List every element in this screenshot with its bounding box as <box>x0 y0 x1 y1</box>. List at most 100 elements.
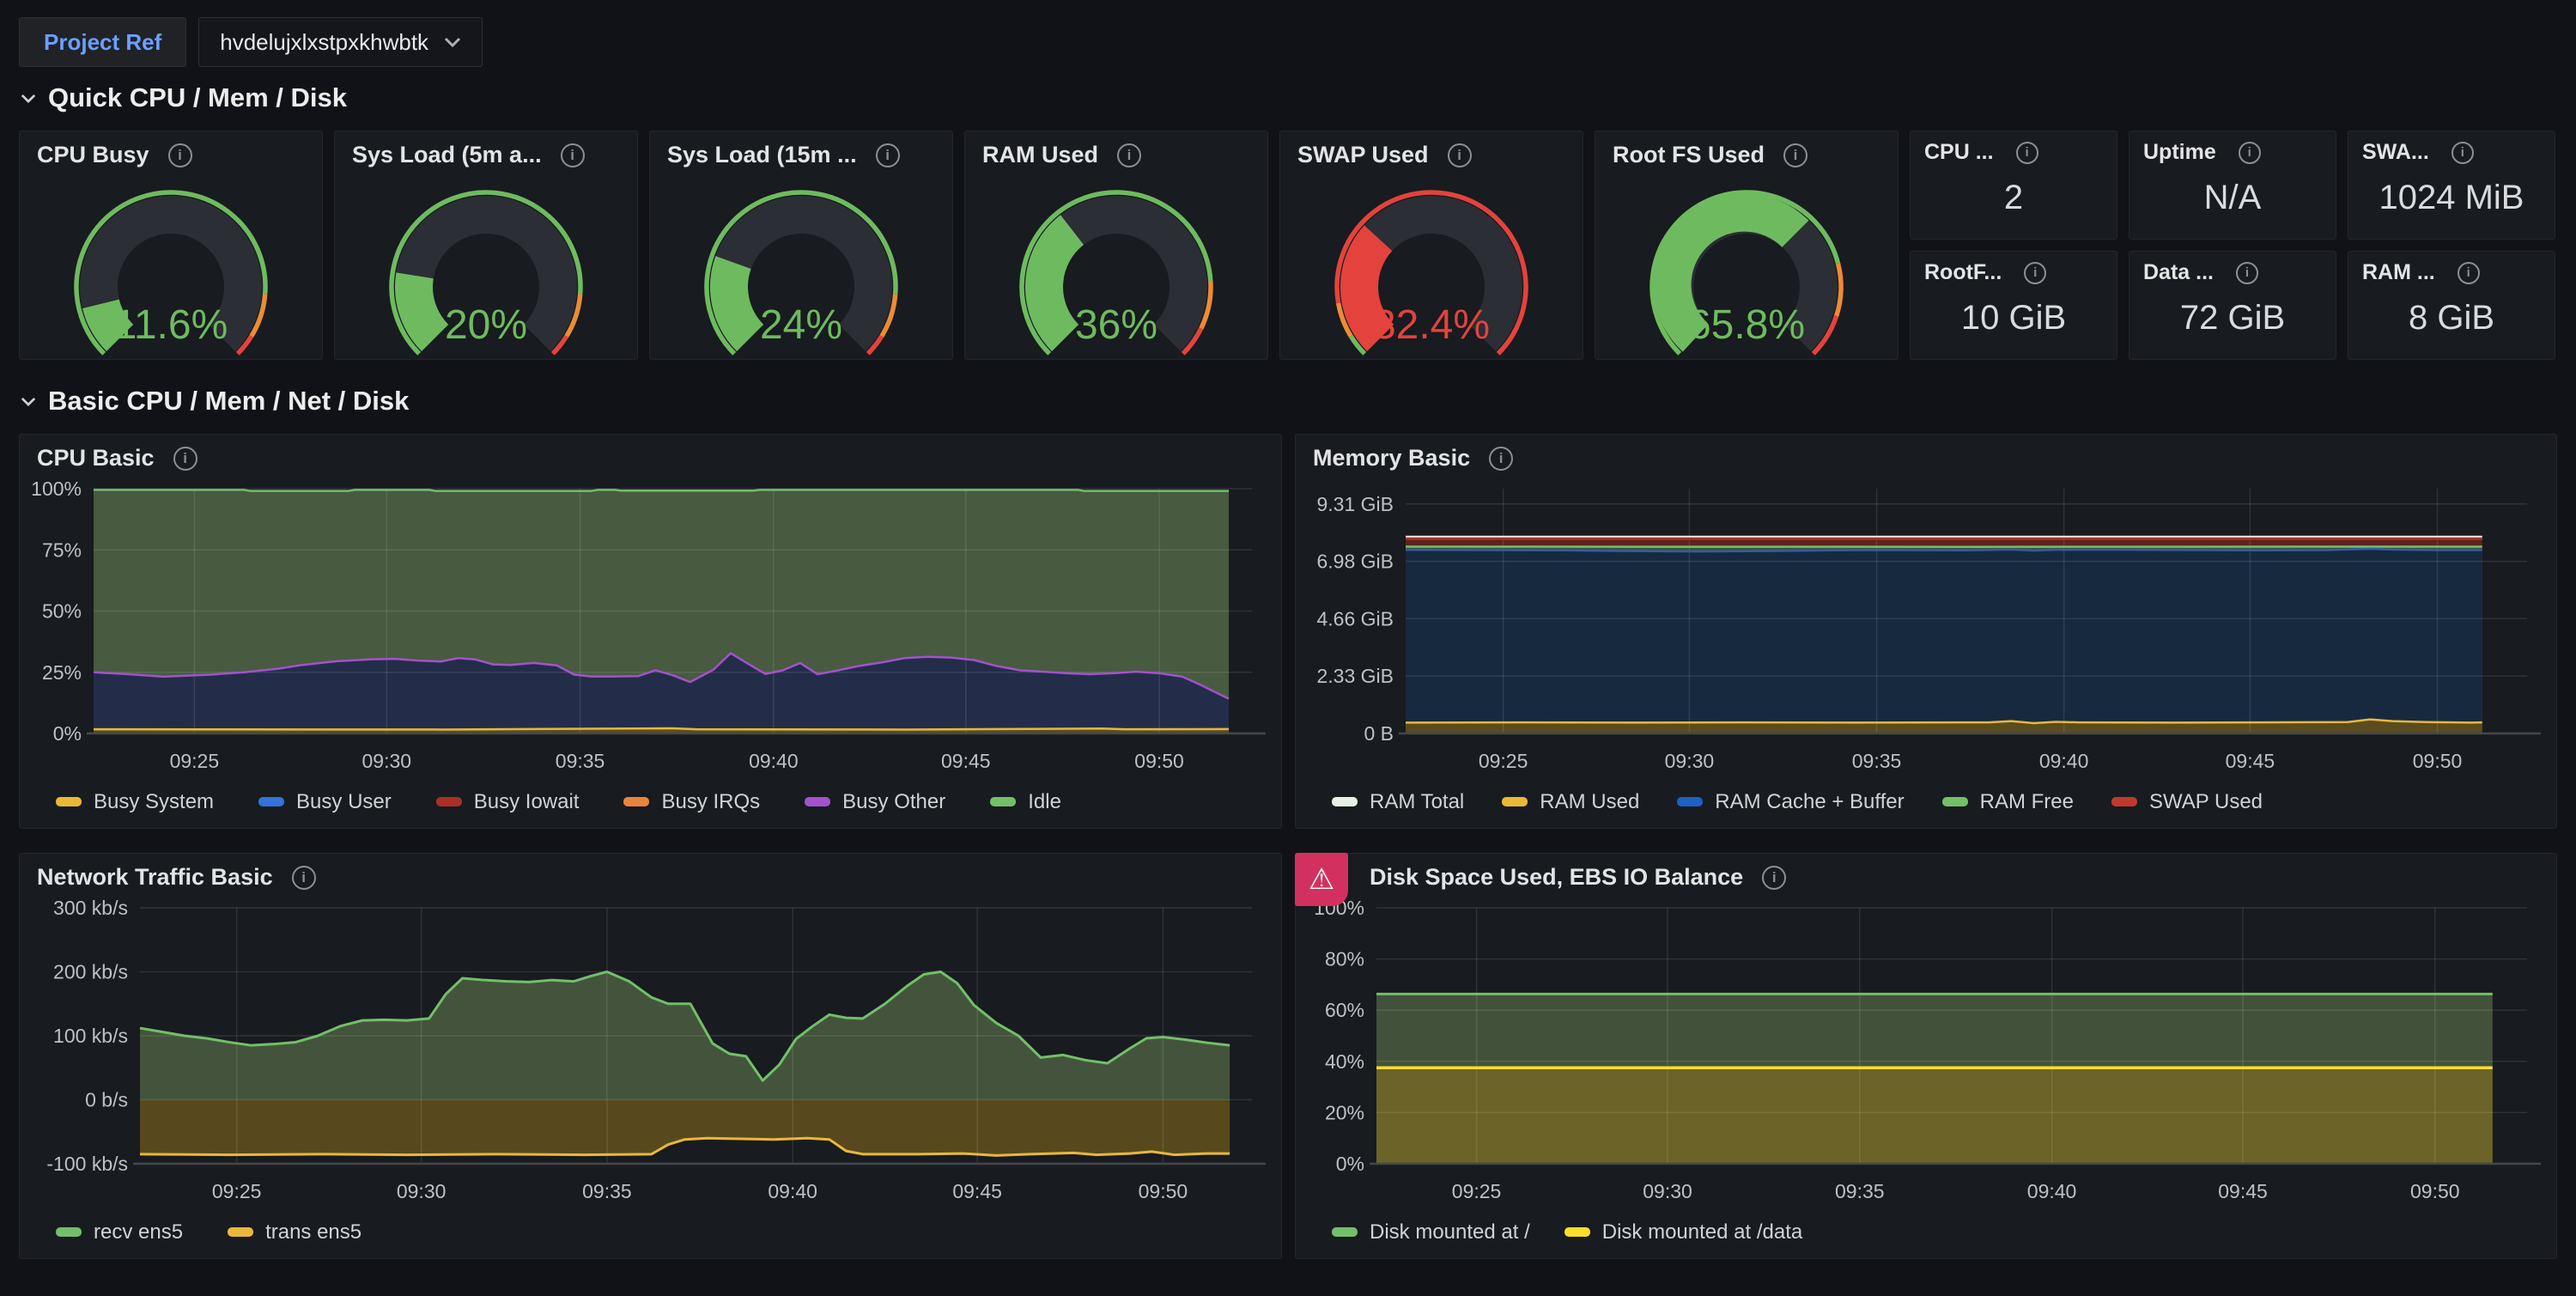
info-icon[interactable]: i <box>2451 142 2474 164</box>
panel-root-fs-total: RootF... i 10 GiB <box>1910 251 2117 360</box>
disk-space-chart[interactable]: 0%20%40%60%80%100%09:2509:3009:3509:4009… <box>1301 897 2548 1216</box>
chevron-down-icon <box>21 397 36 406</box>
legend-item[interactable]: Busy IRQs <box>623 790 760 814</box>
charts-row-1: CPU Basic i 0%25%50%75%100%09:2509:3009:… <box>19 434 2557 829</box>
svg-text:09:35: 09:35 <box>582 1180 632 1202</box>
info-icon[interactable]: i <box>2236 262 2258 284</box>
panel-title: CPU Basic <box>37 445 155 472</box>
svg-text:09:45: 09:45 <box>941 750 991 772</box>
legend-label: RAM Used <box>1540 790 1639 814</box>
panel-sys-load-15m: Sys Load (15m ... i 24% <box>649 131 953 360</box>
series-swatch <box>56 797 82 806</box>
svg-text:09:40: 09:40 <box>768 1180 817 1202</box>
info-icon[interactable]: i <box>2016 142 2038 164</box>
svg-text:09:25: 09:25 <box>1479 750 1528 772</box>
legend-item[interactable]: Disk mounted at /data <box>1564 1220 1802 1244</box>
panel-ram-total: RAM ... i 8 GiB <box>2348 251 2555 360</box>
gauge-value: 11.6% <box>20 301 322 349</box>
series-swatch <box>56 1227 82 1237</box>
panel-uptime: Uptime i N/A <box>2129 131 2336 240</box>
info-icon[interactable]: i <box>1117 143 1141 167</box>
svg-text:09:35: 09:35 <box>1852 750 1902 772</box>
section-title: Quick CPU / Mem / Disk <box>48 82 347 113</box>
info-icon[interactable]: i <box>1783 143 1807 167</box>
series-swatch <box>2111 797 2137 806</box>
swap-used-gauge: 32.4% <box>1280 173 1583 359</box>
info-icon[interactable]: i <box>561 143 585 167</box>
legend-label: Busy IRQs <box>661 790 760 814</box>
stat-value: 10 GiB <box>1911 285 2117 359</box>
series-swatch <box>1502 797 1528 806</box>
legend-item[interactable]: Idle <box>990 790 1061 814</box>
legend-item[interactable]: Busy Other <box>805 790 945 814</box>
panel-title: Uptime <box>2143 140 2216 165</box>
legend-item[interactable]: recv ens5 <box>56 1220 183 1244</box>
svg-text:25%: 25% <box>42 661 82 684</box>
memory-basic-chart[interactable]: 0 B2.33 GiB4.66 GiB6.98 GiB9.31 GiB09:25… <box>1301 478 2548 786</box>
svg-text:50%: 50% <box>42 600 82 623</box>
svg-text:100 kb/s: 100 kb/s <box>53 1025 128 1047</box>
panel-cpu-cores: CPU ... i 2 <box>1910 131 2117 240</box>
panel-title: SWAP Used <box>1297 142 1429 168</box>
svg-text:0 B: 0 B <box>1364 722 1394 745</box>
svg-text:6.98 GiB: 6.98 GiB <box>1317 551 1394 573</box>
sys-load-5m-gauge: 20% <box>335 173 637 359</box>
panel-title: Memory Basic <box>1313 445 1470 472</box>
series-swatch <box>1942 797 1968 806</box>
info-icon[interactable]: i <box>168 143 192 167</box>
info-icon[interactable]: i <box>173 447 197 471</box>
legend-item[interactable]: RAM Cache + Buffer <box>1677 790 1904 814</box>
legend-item[interactable]: Busy Iowait <box>436 790 580 814</box>
info-icon[interactable]: i <box>2239 142 2261 164</box>
alert-icon[interactable]: ⚠ <box>1295 853 1348 906</box>
info-icon[interactable]: i <box>1489 447 1513 471</box>
series-swatch <box>436 797 462 806</box>
info-icon[interactable]: i <box>1762 866 1786 890</box>
svg-text:-100 kb/s: -100 kb/s <box>46 1153 128 1175</box>
info-icon[interactable]: i <box>2024 262 2046 284</box>
legend-item[interactable]: Busy System <box>56 790 214 814</box>
info-icon[interactable]: i <box>292 866 316 890</box>
section-quick-cpu-mem-disk[interactable]: Quick CPU / Mem / Disk <box>21 82 2557 113</box>
memory-basic-legend: RAM Total RAM Used RAM Cache + Buffer RA… <box>1296 786 2556 828</box>
project-ref-value: hvdelujxlxstpxkhwbtk <box>220 29 428 56</box>
svg-text:09:35: 09:35 <box>1835 1180 1885 1202</box>
gauge-value: 65.8% <box>1595 301 1898 349</box>
legend-item[interactable]: trans ens5 <box>228 1220 361 1244</box>
svg-text:09:25: 09:25 <box>212 1180 262 1202</box>
series-swatch <box>990 797 1016 806</box>
info-icon[interactable]: i <box>2458 262 2480 284</box>
legend-label: Idle <box>1028 790 1061 814</box>
legend-item[interactable]: RAM Free <box>1942 790 2074 814</box>
legend-item[interactable]: Disk mounted at / <box>1332 1220 1530 1244</box>
project-ref-dropdown[interactable]: hvdelujxlxstpxkhwbtk <box>198 17 483 67</box>
panel-title: RootF... <box>1924 260 2002 285</box>
svg-text:75%: 75% <box>42 538 82 561</box>
info-icon[interactable]: i <box>876 143 900 167</box>
svg-text:2.33 GiB: 2.33 GiB <box>1317 665 1394 687</box>
legend-label: trans ens5 <box>265 1220 361 1244</box>
cpu-basic-chart[interactable]: 0%25%50%75%100%09:2509:3009:3509:4009:45… <box>25 478 1273 786</box>
svg-text:09:25: 09:25 <box>1452 1180 1502 1202</box>
panel-title: CPU ... <box>1924 140 1994 165</box>
cpu-busy-gauge: 11.6% <box>20 173 322 359</box>
legend-label: RAM Total <box>1370 790 1464 814</box>
legend-label: recv ens5 <box>94 1220 183 1244</box>
panel-disk-space-ebs-io: ⚠ Disk Space Used, EBS IO Balance i 0%20… <box>1295 853 2557 1259</box>
network-traffic-chart[interactable]: -100 kb/s0 b/s100 kb/s200 kb/s300 kb/s09… <box>25 897 1273 1216</box>
dashboard: Project Ref hvdelujxlxstpxkhwbtk Quick C… <box>0 0 2576 1296</box>
legend-item[interactable]: SWAP Used <box>2111 790 2263 814</box>
legend-item[interactable]: Busy User <box>258 790 392 814</box>
panel-data-fs-total: Data ... i 72 GiB <box>2129 251 2336 360</box>
legend-item[interactable]: RAM Total <box>1332 790 1464 814</box>
section-basic-cpu-mem-net-disk[interactable]: Basic CPU / Mem / Net / Disk <box>21 386 2557 417</box>
legend-item[interactable]: RAM Used <box>1502 790 1639 814</box>
svg-text:20%: 20% <box>1325 1101 1364 1123</box>
series-swatch <box>1677 797 1703 806</box>
info-icon[interactable]: i <box>1448 143 1472 167</box>
panel-swap-used: SWAP Used i 32.4% <box>1279 131 1583 360</box>
panel-sys-load-5m: Sys Load (5m a... i 20% <box>334 131 638 360</box>
svg-text:09:40: 09:40 <box>749 750 799 772</box>
panel-title: Sys Load (15m ... <box>667 142 857 168</box>
stat-value: 8 GiB <box>2348 285 2555 359</box>
